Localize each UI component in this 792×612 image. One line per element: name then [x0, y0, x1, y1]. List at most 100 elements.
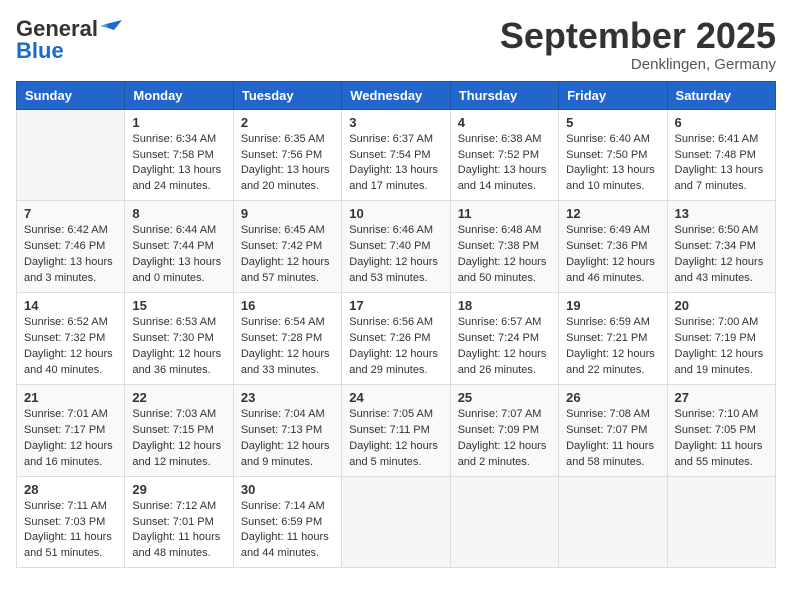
day-number: 9	[241, 206, 334, 221]
calendar-cell: 20 Sunrise: 7:00 AM Sunset: 7:19 PM Dayli…	[667, 293, 775, 385]
week-row-5: 28Sunrise: 7:11 AM Sunset: 7:03 PM Dayli…	[17, 476, 776, 568]
day-number: 4	[458, 115, 551, 130]
week-row-4: 21Sunrise: 7:01 AM Sunset: 7:17 PM Dayli…	[17, 384, 776, 476]
calendar-cell: 9 Sunrise: 6:45 AM Sunset: 7:42 PM Daylig…	[233, 201, 341, 293]
title-block: September 2025 Denklingen, Germany	[500, 16, 776, 73]
day-number: 15	[132, 298, 225, 313]
calendar-cell: 18 Sunrise: 6:57 AM Sunset: 7:24 PM Dayli…	[450, 293, 558, 385]
calendar-cell: 1Sunrise: 6:34 AM Sunset: 7:58 PM Daylig…	[125, 109, 233, 201]
calendar-cell: 10 Sunrise: 6:46 AM Sunset: 7:40 PM Dayli…	[342, 201, 450, 293]
calendar-cell: 8Sunrise: 6:44 AM Sunset: 7:44 PM Daylig…	[125, 201, 233, 293]
weekday-header-tuesday: Tuesday	[233, 81, 341, 109]
page-header: General Blue September 2025 Denklingen, …	[16, 16, 776, 73]
day-info: Sunrise: 6:48 AM Sunset: 7:38 PM Dayligh…	[458, 223, 551, 287]
day-number: 28	[24, 482, 117, 497]
day-number: 25	[458, 390, 551, 405]
day-info: Sunrise: 7:14 AM Sunset: 6:59 PM Dayligh…	[241, 499, 334, 563]
day-info: Sunrise: 6:37 AM Sunset: 7:54 PM Dayligh…	[349, 132, 442, 196]
day-info: Sunrise: 6:59 AM Sunset: 7:21 PM Dayligh…	[566, 315, 659, 379]
calendar-cell: 4 Sunrise: 6:38 AM Sunset: 7:52 PM Daylig…	[450, 109, 558, 201]
day-number: 11	[458, 206, 551, 221]
calendar-cell: 5 Sunrise: 6:40 AM Sunset: 7:50 PM Daylig…	[559, 109, 667, 201]
day-number: 10	[349, 206, 442, 221]
day-number: 14	[24, 298, 117, 313]
day-number: 30	[241, 482, 334, 497]
day-info: Sunrise: 7:03 AM Sunset: 7:15 PM Dayligh…	[132, 407, 225, 471]
logo-blue-text: Blue	[16, 38, 64, 64]
day-info: Sunrise: 6:34 AM Sunset: 7:58 PM Dayligh…	[132, 132, 225, 196]
day-info: Sunrise: 6:53 AM Sunset: 7:30 PM Dayligh…	[132, 315, 225, 379]
calendar-cell: 11 Sunrise: 6:48 AM Sunset: 7:38 PM Dayli…	[450, 201, 558, 293]
day-number: 22	[132, 390, 225, 405]
logo: General Blue	[16, 16, 122, 64]
day-info: Sunrise: 6:35 AM Sunset: 7:56 PM Dayligh…	[241, 132, 334, 196]
day-number: 2	[241, 115, 334, 130]
day-info: Sunrise: 7:08 AM Sunset: 7:07 PM Dayligh…	[566, 407, 659, 471]
day-info: Sunrise: 7:07 AM Sunset: 7:09 PM Dayligh…	[458, 407, 551, 471]
calendar-cell: 13 Sunrise: 6:50 AM Sunset: 7:34 PM Dayli…	[667, 201, 775, 293]
calendar-cell: 25 Sunrise: 7:07 AM Sunset: 7:09 PM Dayli…	[450, 384, 558, 476]
weekday-header-thursday: Thursday	[450, 81, 558, 109]
calendar-table: SundayMondayTuesdayWednesdayThursdayFrid…	[16, 81, 776, 569]
day-info: Sunrise: 6:38 AM Sunset: 7:52 PM Dayligh…	[458, 132, 551, 196]
calendar-cell: 12Sunrise: 6:49 AM Sunset: 7:36 PM Dayli…	[559, 201, 667, 293]
day-number: 5	[566, 115, 659, 130]
calendar-cell	[450, 476, 558, 568]
day-info: Sunrise: 6:57 AM Sunset: 7:24 PM Dayligh…	[458, 315, 551, 379]
day-number: 6	[675, 115, 768, 130]
day-info: Sunrise: 6:49 AM Sunset: 7:36 PM Dayligh…	[566, 223, 659, 287]
day-info: Sunrise: 7:05 AM Sunset: 7:11 PM Dayligh…	[349, 407, 442, 471]
calendar-cell	[342, 476, 450, 568]
day-number: 20	[675, 298, 768, 313]
calendar-cell: 23 Sunrise: 7:04 AM Sunset: 7:13 PM Dayli…	[233, 384, 341, 476]
day-info: Sunrise: 6:40 AM Sunset: 7:50 PM Dayligh…	[566, 132, 659, 196]
day-info: Sunrise: 6:56 AM Sunset: 7:26 PM Dayligh…	[349, 315, 442, 379]
day-number: 18	[458, 298, 551, 313]
calendar-cell: 19 Sunrise: 6:59 AM Sunset: 7:21 PM Dayli…	[559, 293, 667, 385]
calendar-cell: 30 Sunrise: 7:14 AM Sunset: 6:59 PM Dayli…	[233, 476, 341, 568]
day-info: Sunrise: 6:50 AM Sunset: 7:34 PM Dayligh…	[675, 223, 768, 287]
calendar-cell: 17 Sunrise: 6:56 AM Sunset: 7:26 PM Dayli…	[342, 293, 450, 385]
calendar-cell: 6 Sunrise: 6:41 AM Sunset: 7:48 PM Daylig…	[667, 109, 775, 201]
day-number: 16	[241, 298, 334, 313]
day-number: 13	[675, 206, 768, 221]
day-info: Sunrise: 7:10 AM Sunset: 7:05 PM Dayligh…	[675, 407, 768, 471]
day-number: 26	[566, 390, 659, 405]
day-number: 24	[349, 390, 442, 405]
day-info: Sunrise: 6:54 AM Sunset: 7:28 PM Dayligh…	[241, 315, 334, 379]
weekday-header-row: SundayMondayTuesdayWednesdayThursdayFrid…	[17, 81, 776, 109]
weekday-header-saturday: Saturday	[667, 81, 775, 109]
calendar-cell: 7 Sunrise: 6:42 AM Sunset: 7:46 PM Daylig…	[17, 201, 125, 293]
day-info: Sunrise: 6:45 AM Sunset: 7:42 PM Dayligh…	[241, 223, 334, 287]
calendar-cell: 3 Sunrise: 6:37 AM Sunset: 7:54 PM Daylig…	[342, 109, 450, 201]
day-number: 3	[349, 115, 442, 130]
weekday-header-sunday: Sunday	[17, 81, 125, 109]
week-row-2: 7 Sunrise: 6:42 AM Sunset: 7:46 PM Daylig…	[17, 201, 776, 293]
calendar-cell: 14 Sunrise: 6:52 AM Sunset: 7:32 PM Dayli…	[17, 293, 125, 385]
day-number: 19	[566, 298, 659, 313]
calendar-cell	[559, 476, 667, 568]
calendar-cell: 27Sunrise: 7:10 AM Sunset: 7:05 PM Dayli…	[667, 384, 775, 476]
day-number: 17	[349, 298, 442, 313]
day-info: Sunrise: 6:46 AM Sunset: 7:40 PM Dayligh…	[349, 223, 442, 287]
calendar-cell: 29Sunrise: 7:12 AM Sunset: 7:01 PM Dayli…	[125, 476, 233, 568]
calendar-cell: 15 Sunrise: 6:53 AM Sunset: 7:30 PM Dayli…	[125, 293, 233, 385]
day-info: Sunrise: 7:00 AM Sunset: 7:19 PM Dayligh…	[675, 315, 768, 379]
calendar-cell: 22 Sunrise: 7:03 AM Sunset: 7:15 PM Dayli…	[125, 384, 233, 476]
calendar-cell: 16 Sunrise: 6:54 AM Sunset: 7:28 PM Dayli…	[233, 293, 341, 385]
calendar-cell: 21Sunrise: 7:01 AM Sunset: 7:17 PM Dayli…	[17, 384, 125, 476]
calendar-cell	[667, 476, 775, 568]
week-row-1: 1Sunrise: 6:34 AM Sunset: 7:58 PM Daylig…	[17, 109, 776, 201]
week-row-3: 14 Sunrise: 6:52 AM Sunset: 7:32 PM Dayli…	[17, 293, 776, 385]
calendar-cell	[17, 109, 125, 201]
day-number: 23	[241, 390, 334, 405]
day-info: Sunrise: 7:04 AM Sunset: 7:13 PM Dayligh…	[241, 407, 334, 471]
day-info: Sunrise: 6:42 AM Sunset: 7:46 PM Dayligh…	[24, 223, 117, 287]
weekday-header-monday: Monday	[125, 81, 233, 109]
day-number: 21	[24, 390, 117, 405]
day-info: Sunrise: 6:52 AM Sunset: 7:32 PM Dayligh…	[24, 315, 117, 379]
calendar-cell: 28Sunrise: 7:11 AM Sunset: 7:03 PM Dayli…	[17, 476, 125, 568]
day-info: Sunrise: 6:41 AM Sunset: 7:48 PM Dayligh…	[675, 132, 768, 196]
location-subtitle: Denklingen, Germany	[500, 56, 776, 73]
day-number: 7	[24, 206, 117, 221]
